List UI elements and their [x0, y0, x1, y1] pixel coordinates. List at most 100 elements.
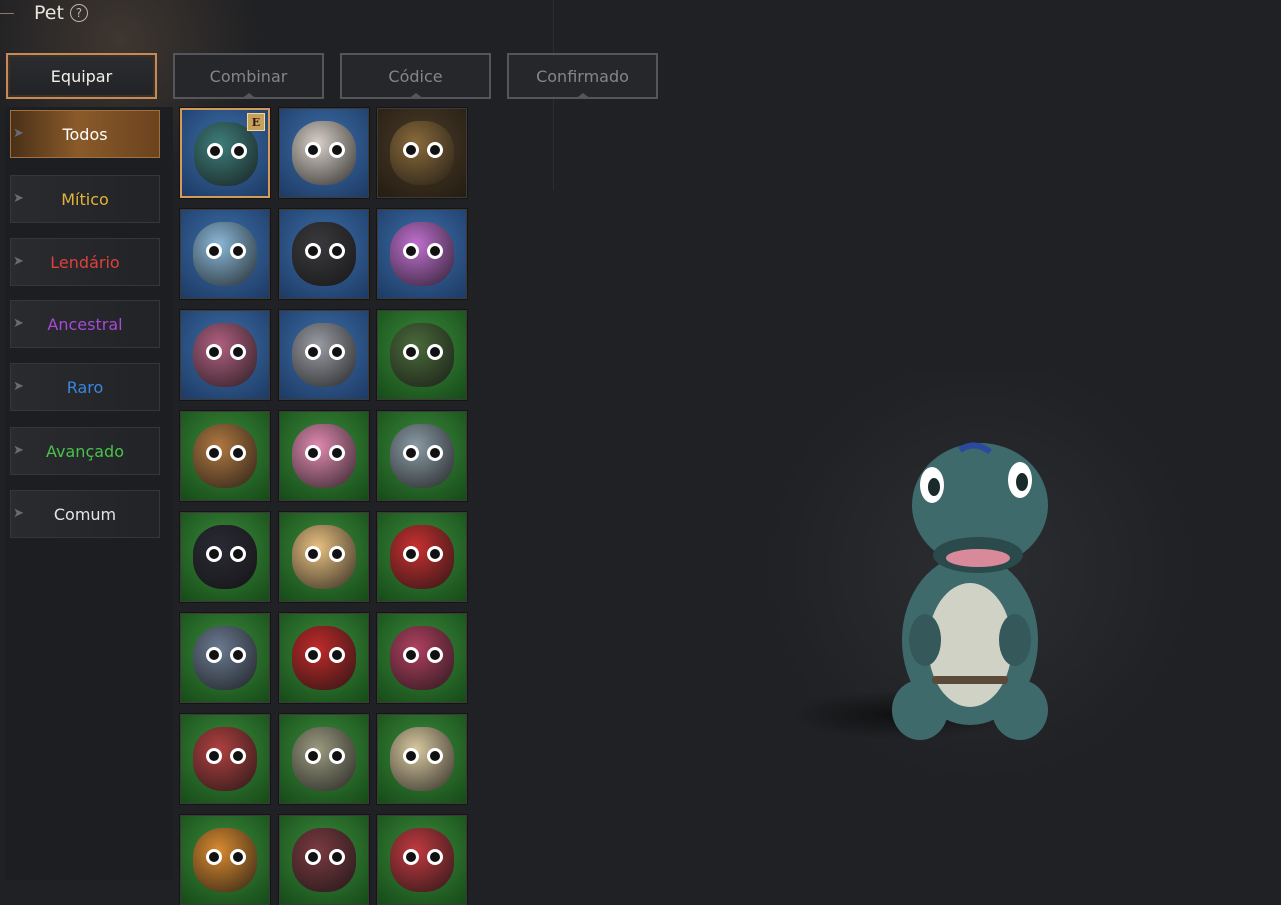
pet-eye: [406, 145, 416, 155]
pet-slot[interactable]: [179, 511, 271, 603]
pet-eye: [209, 347, 219, 357]
arrow-icon: ➤: [13, 126, 24, 141]
pet-slot[interactable]: [278, 208, 370, 300]
pet-slot[interactable]: [376, 713, 468, 805]
pet-eye: [332, 751, 342, 761]
pet-eye: [332, 448, 342, 458]
pet-eye: [430, 549, 440, 559]
pet-slot[interactable]: [376, 612, 468, 704]
pet-slot[interactable]: [278, 612, 370, 704]
pet-eye: [406, 852, 416, 862]
filter-label: Lendário: [50, 252, 120, 272]
filter-ancestral[interactable]: ➤ Ancestral: [10, 300, 160, 348]
red-owl-pet-icon: [193, 727, 257, 791]
pet-eye: [332, 852, 342, 862]
red-fairy-pet-icon: [390, 828, 454, 892]
pet-slot[interactable]: [376, 410, 468, 502]
filter-mitico[interactable]: ➤ Mítico: [10, 175, 160, 223]
filter-todos[interactable]: ➤ Todos: [10, 110, 160, 158]
pet-eye: [332, 347, 342, 357]
tab-confirmado[interactable]: Confirmado: [507, 53, 658, 99]
pet-slot[interactable]: [376, 511, 468, 603]
pet-slot[interactable]: [278, 511, 370, 603]
filter-label: Ancestral: [47, 314, 123, 334]
pet-eye: [233, 347, 243, 357]
pet-eye: [209, 549, 219, 559]
arrow-icon: ➤: [13, 443, 24, 458]
ice-golem-pet-icon: [193, 222, 257, 286]
tab-equipar[interactable]: Equipar: [6, 53, 157, 99]
arrow-icon: ➤: [13, 316, 24, 331]
tab-label: Confirmado: [536, 66, 629, 86]
pet-slot[interactable]: [376, 309, 468, 401]
green-lizard-pet-icon: [390, 323, 454, 387]
pet-slot[interactable]: [278, 107, 370, 199]
pet-eye: [233, 650, 243, 660]
pet-eye: [209, 246, 219, 256]
pet-slot[interactable]: [179, 309, 271, 401]
pet-eye: [406, 650, 416, 660]
pet-eye: [308, 448, 318, 458]
pet-slot[interactable]: [179, 612, 271, 704]
pink-sprout-pet-icon: [390, 626, 454, 690]
tab-label: Equipar: [50, 66, 113, 86]
filter-lendario[interactable]: ➤ Lendário: [10, 238, 160, 286]
pet-eye: [430, 448, 440, 458]
arrow-icon: ➤: [13, 191, 24, 206]
pet-eye: [430, 145, 440, 155]
toucan-pet-icon: [193, 525, 257, 589]
arrow-icon: ➤: [13, 254, 24, 269]
pet-eye: [406, 448, 416, 458]
filter-label: Todos: [62, 124, 108, 144]
pet-slot[interactable]: [179, 410, 271, 502]
pet-slot[interactable]: [278, 410, 370, 502]
pet-eye: [233, 751, 243, 761]
pet-eye: [308, 650, 318, 660]
filter-avancado[interactable]: ➤ Avançado: [10, 427, 160, 475]
eagle-pet-icon: [390, 727, 454, 791]
pet-slot[interactable]: [179, 814, 271, 905]
pet-eye: [209, 852, 219, 862]
tab-codice[interactable]: Códice: [340, 53, 491, 99]
pet-eye: [406, 347, 416, 357]
pet-slot[interactable]: [278, 814, 370, 905]
filter-raro[interactable]: ➤ Raro: [10, 363, 160, 411]
gray-sprout-pet-icon: [193, 626, 257, 690]
pet-eye: [406, 246, 416, 256]
blonde-fairy-pet-icon: [292, 525, 356, 589]
pet-slot[interactable]: [179, 713, 271, 805]
twin-cats-pet-icon: [292, 121, 356, 185]
red-lizard-pet-icon: [292, 626, 356, 690]
arrow-icon: ➤: [13, 506, 24, 521]
filter-label: Avançado: [46, 441, 124, 461]
pet-eye: [430, 650, 440, 660]
help-icon[interactable]: ?: [69, 4, 88, 22]
pet-eye: [430, 852, 440, 862]
pet-slot[interactable]: [278, 713, 370, 805]
title-decoration: [0, 12, 14, 14]
page-title: Pet: [34, 2, 64, 24]
pet-slot[interactable]: [179, 208, 271, 300]
pet-eye: [308, 246, 318, 256]
pet-eye: [332, 246, 342, 256]
pet-slot[interactable]: [376, 814, 468, 905]
pet-eye: [233, 246, 243, 256]
black-cats-pet-icon: [292, 222, 356, 286]
pet-eye: [233, 448, 243, 458]
brown-sprout-pet-icon: [193, 424, 257, 488]
title-bar: Pet ?: [0, 0, 88, 26]
pet-eye: [233, 549, 243, 559]
tab-label: Combinar: [209, 66, 288, 86]
filter-label: Comum: [53, 504, 117, 524]
tab-combinar[interactable]: Combinar: [173, 53, 324, 99]
filter-label: Mítico: [61, 189, 109, 209]
pet-slot[interactable]: [376, 107, 468, 199]
pet-slot[interactable]: [278, 309, 370, 401]
unicorn-pet-icon: [390, 222, 454, 286]
filter-comum[interactable]: ➤ Comum: [10, 490, 160, 538]
preview-shadow: [790, 690, 1010, 740]
pet-slot[interactable]: [376, 208, 468, 300]
equipped-badge: E: [247, 113, 265, 131]
robot-pet-icon: [193, 323, 257, 387]
pet-slot[interactable]: E: [179, 107, 271, 199]
